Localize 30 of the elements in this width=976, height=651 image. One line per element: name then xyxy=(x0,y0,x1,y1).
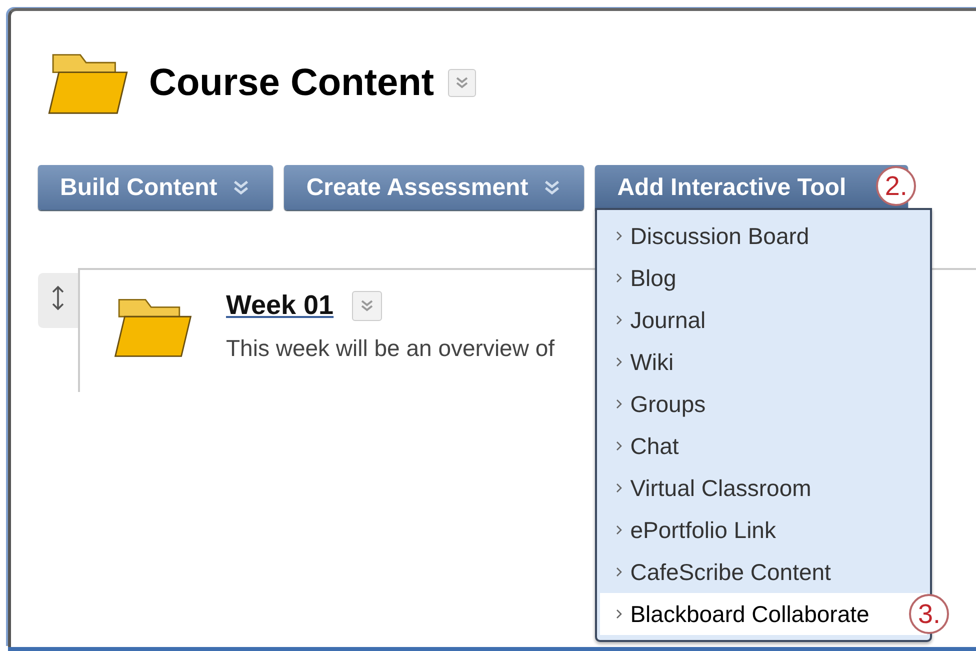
chevron-right-icon xyxy=(616,231,622,241)
menu-item[interactable]: Blog xyxy=(600,257,928,299)
menu-item[interactable]: CafeScribe Content xyxy=(600,551,928,593)
step-callout: 3. xyxy=(909,594,950,634)
menu-item[interactable]: Virtual Classroom xyxy=(600,467,928,509)
page-title: Course Content xyxy=(149,62,434,104)
chevron-right-icon xyxy=(616,315,622,325)
chevron-right-icon xyxy=(616,357,622,367)
menu-item[interactable]: Groups xyxy=(600,383,928,425)
double-chevron-icon xyxy=(454,75,470,91)
toolbar-button[interactable]: Build Content xyxy=(38,165,274,210)
toolbar-button[interactable]: Create Assessment xyxy=(284,165,584,210)
menu-item[interactable]: ePortfolio Link xyxy=(600,509,928,551)
item-description: This week will be an overview of xyxy=(226,335,555,362)
options-button[interactable] xyxy=(448,69,476,97)
item-title-link[interactable]: Week 01 xyxy=(226,290,334,321)
chevron-right-icon xyxy=(616,609,622,619)
options-button[interactable] xyxy=(352,290,382,320)
chevron-right-icon xyxy=(616,273,622,283)
drag-handle-icon[interactable] xyxy=(52,285,64,311)
chevron-right-icon xyxy=(616,399,622,409)
menu-item[interactable]: Chat xyxy=(600,425,928,467)
menu-item[interactable]: Wiki xyxy=(600,341,928,383)
double-chevron-icon xyxy=(358,298,375,314)
menu-item[interactable]: Discussion Board xyxy=(600,215,928,257)
menu-item[interactable]: Journal xyxy=(600,299,928,341)
chevron-right-icon xyxy=(616,567,622,577)
chevron-right-icon xyxy=(616,441,622,451)
chevron-right-icon xyxy=(616,483,622,493)
chevron-right-icon xyxy=(616,525,622,535)
